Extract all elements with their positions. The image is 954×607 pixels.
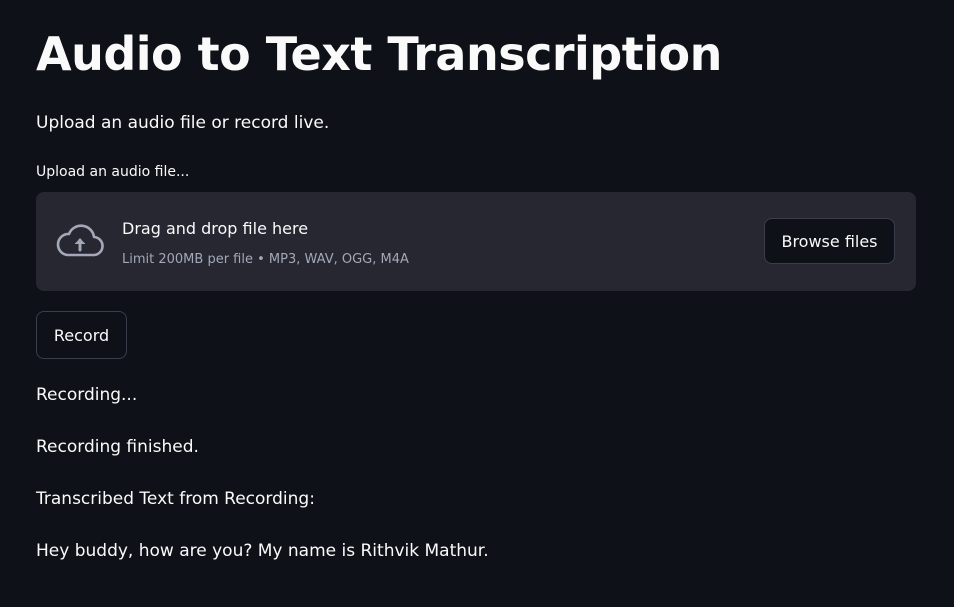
browse-files-button[interactable]: Browse files	[764, 218, 895, 264]
cloud-upload-icon	[56, 224, 104, 258]
transcribed-text: Hey buddy, how are you? My name is Rithv…	[36, 541, 489, 561]
record-button[interactable]: Record	[36, 311, 127, 359]
recording-status-text: Recording...	[36, 385, 138, 405]
page-subtitle: Upload an audio file or record live.	[36, 113, 330, 133]
file-dropzone[interactable]: Drag and drop file here Limit 200MB per …	[36, 192, 916, 291]
page-title: Audio to Text Transcription	[36, 27, 722, 81]
dropzone-limit-text: Limit 200MB per file • MP3, WAV, OGG, M4…	[122, 252, 409, 267]
file-uploader-label: Upload an audio file...	[36, 164, 190, 180]
app-main: Audio to Text Transcription Upload an au…	[0, 0, 954, 607]
dropzone-title: Drag and drop file here	[122, 219, 309, 238]
recording-finished-text: Recording finished.	[36, 437, 199, 457]
transcription-heading: Transcribed Text from Recording:	[36, 489, 315, 509]
